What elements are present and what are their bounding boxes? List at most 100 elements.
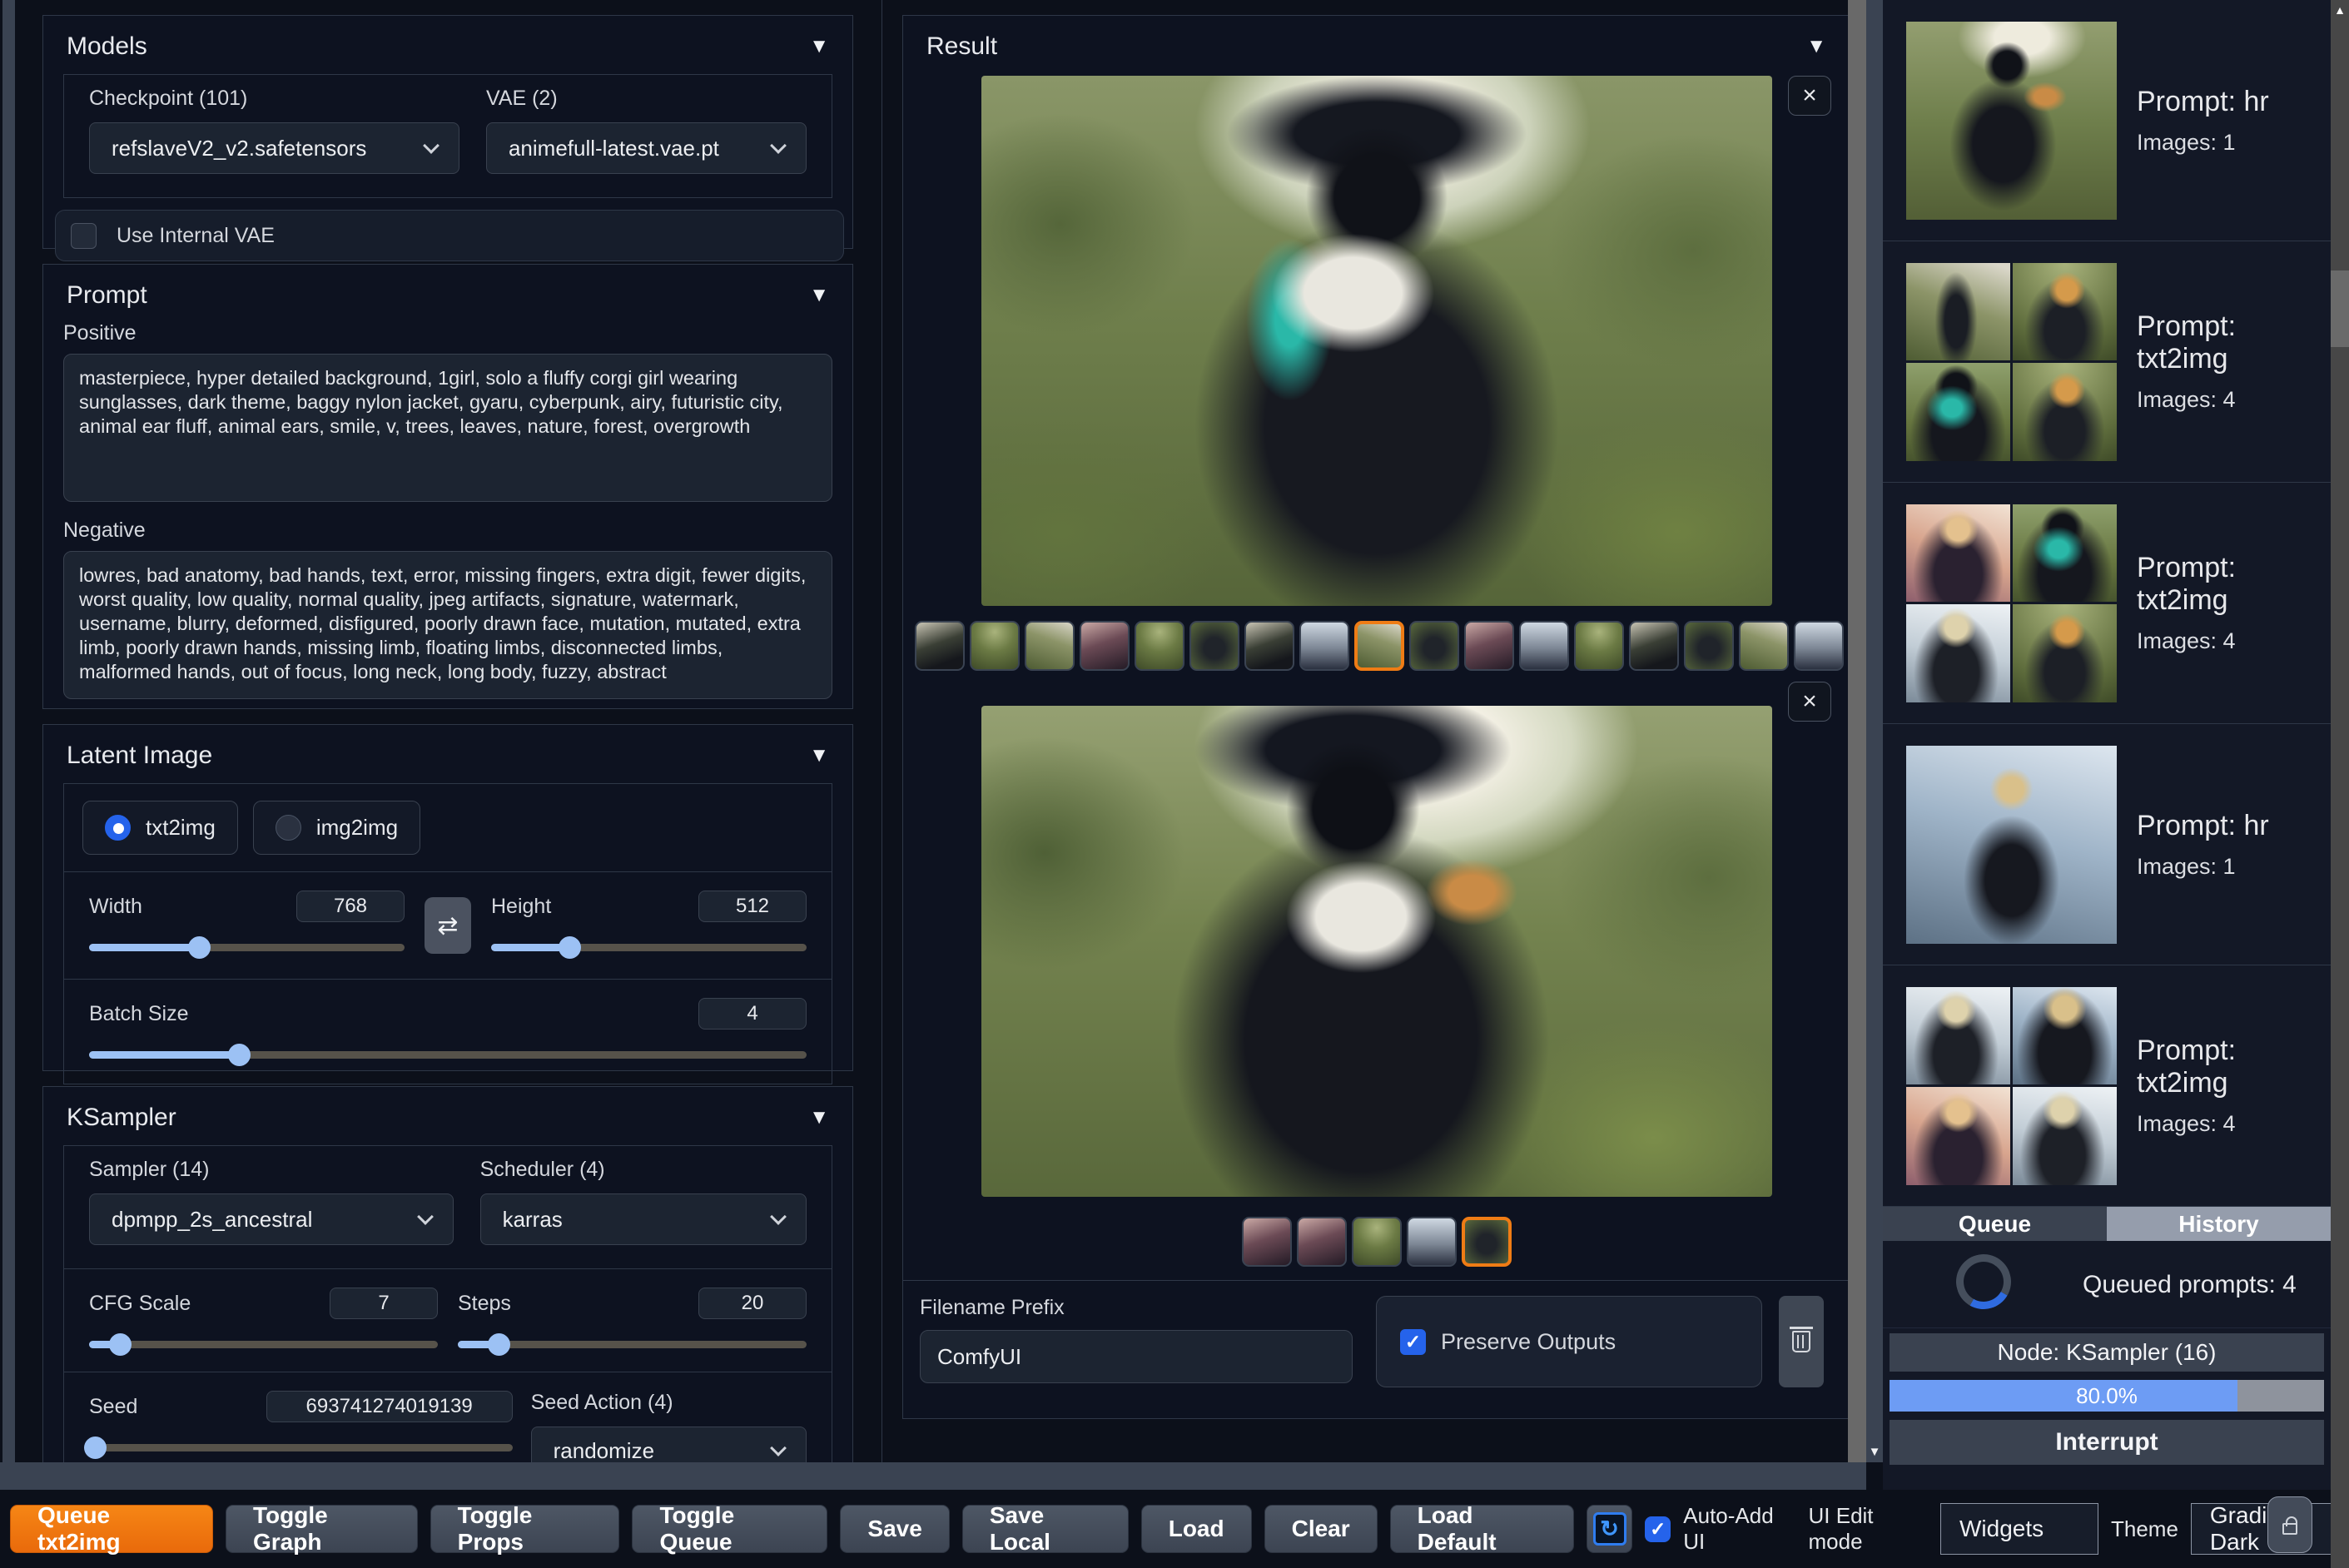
gallery-thumbnail[interactable] xyxy=(1025,621,1075,671)
toolbar-button[interactable]: Save Local xyxy=(961,1502,1129,1555)
collapse-icon[interactable]: ▼ xyxy=(809,35,829,58)
batch-size-slider[interactable] xyxy=(89,1044,807,1066)
gallery-thumbnail[interactable] xyxy=(1739,621,1789,671)
collapse-icon[interactable]: ▼ xyxy=(1806,35,1826,58)
history-image[interactable] xyxy=(2013,504,2117,602)
vae-select[interactable]: animefull-latest.vae.pt xyxy=(485,122,807,174)
collapse-icon[interactable]: ▼ xyxy=(809,1106,829,1129)
use-internal-vae-checkbox[interactable] xyxy=(71,222,97,249)
history-image[interactable] xyxy=(1906,604,2010,702)
gallery-thumbnail[interactable] xyxy=(1354,621,1404,671)
ui-edit-mode-select[interactable]: Widgets xyxy=(1939,1503,2098,1555)
gallery-thumbnail[interactable] xyxy=(1241,1217,1292,1267)
checkpoint-select[interactable]: refslaveV2_v2.safetensors xyxy=(89,122,459,174)
batch-size-value[interactable]: 4 xyxy=(698,998,807,1030)
gallery-thumbnail[interactable] xyxy=(915,621,965,671)
right-panel-scrollbar[interactable]: ▼ xyxy=(1866,0,1883,1462)
history-image[interactable] xyxy=(1906,745,2117,944)
auto-add-ui-checkbox[interactable]: ✓ xyxy=(1645,1516,1671,1542)
gallery-thumbnail[interactable] xyxy=(1684,621,1734,671)
width-slider[interactable] xyxy=(89,936,405,959)
tab[interactable]: Queue xyxy=(1883,1207,2107,1241)
seed-slider[interactable] xyxy=(83,1437,513,1459)
cfg-scale-slider[interactable] xyxy=(89,1333,438,1356)
mode-radio-option[interactable]: txt2img xyxy=(82,801,238,855)
close-image-button[interactable]: × xyxy=(1788,682,1831,722)
seed-value[interactable]: 693741274019139 xyxy=(266,1391,513,1422)
history-image[interactable] xyxy=(1906,504,2010,602)
interrupt-button[interactable]: Interrupt xyxy=(1890,1420,2324,1465)
gallery-thumbnail[interactable] xyxy=(1406,1217,1457,1267)
gallery-thumbnail[interactable] xyxy=(1189,621,1239,671)
history-image[interactable] xyxy=(1906,363,2010,461)
scroll-down-icon[interactable]: ▼ xyxy=(1866,1445,1883,1459)
left-scrollbar[interactable] xyxy=(2,0,15,1462)
history-item[interactable]: Prompt: hr Images: 1 xyxy=(1883,724,2331,965)
toolbar-button[interactable]: Load Default xyxy=(1389,1502,1574,1555)
mode-radio-option[interactable]: img2img xyxy=(252,801,421,855)
cfg-scale-value[interactable]: 7 xyxy=(330,1288,438,1319)
gallery-thumbnail[interactable] xyxy=(1299,621,1349,671)
history-image[interactable] xyxy=(1906,1087,2010,1185)
collapse-icon[interactable]: ▼ xyxy=(809,284,829,307)
gallery-thumbnail[interactable] xyxy=(1244,621,1294,671)
height-value[interactable]: 512 xyxy=(698,891,807,922)
refresh-button[interactable]: ↻ xyxy=(1586,1505,1633,1553)
window-scrollbar-thumb[interactable] xyxy=(2331,270,2349,347)
close-image-button[interactable]: × xyxy=(1788,76,1831,116)
gallery-thumbnail[interactable] xyxy=(1409,621,1459,671)
gallery-thumbnail[interactable] xyxy=(970,621,1020,671)
delete-outputs-button[interactable] xyxy=(1779,1296,1824,1387)
swap-dimensions-button[interactable]: ⇄ xyxy=(425,897,471,954)
width-value[interactable]: 768 xyxy=(296,891,405,922)
history-item[interactable]: Prompt: txt2img Images: 4 xyxy=(1883,241,2331,483)
toolbar-button[interactable]: Save xyxy=(840,1505,950,1553)
gallery-thumbnail[interactable] xyxy=(1574,621,1624,671)
toolbar-button[interactable]: Toggle Queue xyxy=(632,1502,828,1555)
result-image-2[interactable] xyxy=(981,706,1772,1197)
height-slider[interactable] xyxy=(491,936,807,959)
steps-slider[interactable] xyxy=(458,1333,807,1356)
negative-prompt-input[interactable]: lowres, bad anatomy, bad hands, text, er… xyxy=(63,551,832,699)
history-item[interactable]: Prompt: txt2img Images: 4 xyxy=(1883,483,2331,724)
toolbar-button[interactable]: Queue txt2img xyxy=(10,1502,213,1555)
gallery-thumbnail[interactable] xyxy=(1135,621,1184,671)
toolbar-button[interactable]: Load xyxy=(1140,1505,1252,1553)
toolbar-button[interactable]: Toggle Props xyxy=(430,1502,620,1555)
history-image[interactable] xyxy=(2013,604,2117,702)
middle-scrollbar[interactable] xyxy=(1848,0,1866,1462)
result-image-1[interactable] xyxy=(981,76,1772,606)
history-item[interactable]: Prompt: hr Images: 1 xyxy=(1883,0,2331,241)
gallery-thumbnail[interactable] xyxy=(1461,1217,1512,1267)
scroll-up-icon[interactable]: ▲ xyxy=(2331,3,2349,17)
toolbar-button[interactable]: Clear xyxy=(1264,1505,1378,1553)
lock-button[interactable] xyxy=(2267,1496,2312,1553)
history-image[interactable] xyxy=(2013,262,2117,360)
gallery-thumbnail[interactable] xyxy=(1351,1217,1402,1267)
history-image[interactable] xyxy=(1906,262,2010,360)
filename-prefix-input[interactable] xyxy=(920,1330,1353,1383)
tab-label: History xyxy=(2178,1210,2259,1237)
gallery-thumbnail[interactable] xyxy=(1794,621,1844,671)
preserve-outputs-checkbox[interactable]: ✓ xyxy=(1400,1328,1426,1355)
horizontal-scrollbar[interactable] xyxy=(0,1462,1866,1490)
history-image[interactable] xyxy=(1906,21,2117,220)
steps-value[interactable]: 20 xyxy=(698,1288,807,1319)
collapse-icon[interactable]: ▼ xyxy=(809,744,829,767)
gallery-thumbnail[interactable] xyxy=(1464,621,1514,671)
gallery-thumbnail[interactable] xyxy=(1080,621,1130,671)
scheduler-select[interactable]: karras xyxy=(479,1193,807,1245)
positive-prompt-input[interactable]: masterpiece, hyper detailed background, … xyxy=(63,354,832,502)
toolbar-button[interactable]: Toggle Graph xyxy=(225,1502,418,1555)
sampler-select[interactable]: dpmpp_2s_ancestral xyxy=(89,1193,454,1245)
gallery-thumbnail[interactable] xyxy=(1519,621,1569,671)
history-image[interactable] xyxy=(2013,363,2117,461)
history-item[interactable]: Prompt: txt2img Images: 4 xyxy=(1883,965,2331,1207)
history-image[interactable] xyxy=(2013,1087,2117,1185)
history-image[interactable] xyxy=(1906,986,2010,1084)
gallery-thumbnail[interactable] xyxy=(1296,1217,1347,1267)
history-image[interactable] xyxy=(2013,986,2117,1084)
tab[interactable]: History xyxy=(2107,1207,2331,1241)
gallery-thumbnail[interactable] xyxy=(1629,621,1679,671)
window-scrollbar[interactable]: ▲ xyxy=(2331,0,2349,1568)
